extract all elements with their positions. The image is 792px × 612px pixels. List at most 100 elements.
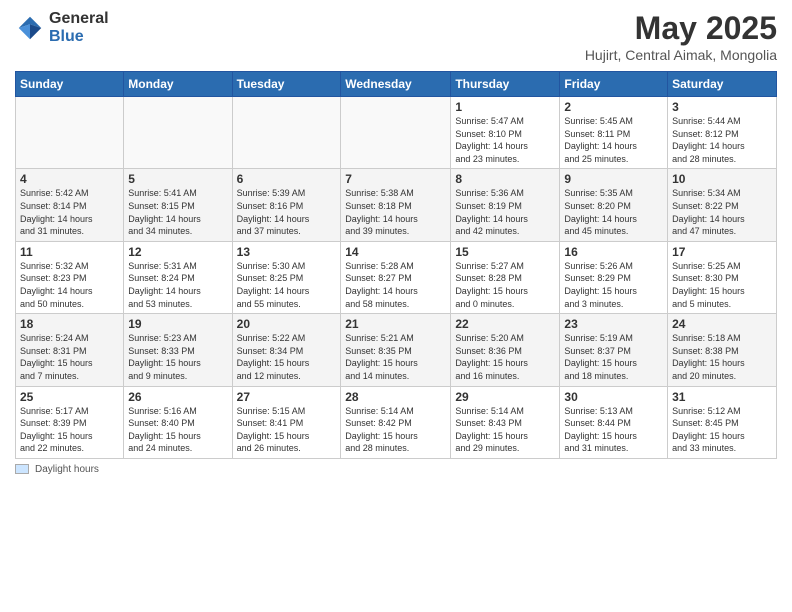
day-info: Sunrise: 5:13 AM Sunset: 8:44 PM Dayligh… (564, 405, 663, 455)
day-info: Sunrise: 5:31 AM Sunset: 8:24 PM Dayligh… (128, 260, 227, 310)
logo: General Blue (15, 10, 109, 45)
week-row-5: 25Sunrise: 5:17 AM Sunset: 8:39 PM Dayli… (16, 386, 777, 458)
logo-text: General Blue (49, 10, 109, 45)
day-number: 17 (672, 245, 772, 259)
day-info: Sunrise: 5:42 AM Sunset: 8:14 PM Dayligh… (20, 187, 119, 237)
day-number: 30 (564, 390, 663, 404)
table-row: 24Sunrise: 5:18 AM Sunset: 8:38 PM Dayli… (668, 314, 777, 386)
day-info: Sunrise: 5:35 AM Sunset: 8:20 PM Dayligh… (564, 187, 663, 237)
table-row: 3Sunrise: 5:44 AM Sunset: 8:12 PM Daylig… (668, 97, 777, 169)
calendar-table: Sunday Monday Tuesday Wednesday Thursday… (15, 71, 777, 459)
day-info: Sunrise: 5:28 AM Sunset: 8:27 PM Dayligh… (345, 260, 446, 310)
week-row-2: 4Sunrise: 5:42 AM Sunset: 8:14 PM Daylig… (16, 169, 777, 241)
table-row: 26Sunrise: 5:16 AM Sunset: 8:40 PM Dayli… (124, 386, 232, 458)
table-row: 31Sunrise: 5:12 AM Sunset: 8:45 PM Dayli… (668, 386, 777, 458)
table-row: 4Sunrise: 5:42 AM Sunset: 8:14 PM Daylig… (16, 169, 124, 241)
day-number: 28 (345, 390, 446, 404)
table-row: 23Sunrise: 5:19 AM Sunset: 8:37 PM Dayli… (560, 314, 668, 386)
day-number: 1 (455, 100, 555, 114)
day-info: Sunrise: 5:47 AM Sunset: 8:10 PM Dayligh… (455, 115, 555, 165)
day-number: 20 (237, 317, 337, 331)
day-info: Sunrise: 5:18 AM Sunset: 8:38 PM Dayligh… (672, 332, 772, 382)
logo-general: General (49, 10, 109, 28)
day-info: Sunrise: 5:22 AM Sunset: 8:34 PM Dayligh… (237, 332, 337, 382)
table-row: 16Sunrise: 5:26 AM Sunset: 8:29 PM Dayli… (560, 241, 668, 313)
day-info: Sunrise: 5:14 AM Sunset: 8:43 PM Dayligh… (455, 405, 555, 455)
day-number: 26 (128, 390, 227, 404)
day-number: 13 (237, 245, 337, 259)
table-row: 2Sunrise: 5:45 AM Sunset: 8:11 PM Daylig… (560, 97, 668, 169)
table-row: 15Sunrise: 5:27 AM Sunset: 8:28 PM Dayli… (451, 241, 560, 313)
col-wednesday: Wednesday (341, 72, 451, 97)
table-row: 25Sunrise: 5:17 AM Sunset: 8:39 PM Dayli… (16, 386, 124, 458)
day-info: Sunrise: 5:45 AM Sunset: 8:11 PM Dayligh… (564, 115, 663, 165)
table-row (341, 97, 451, 169)
table-row: 28Sunrise: 5:14 AM Sunset: 8:42 PM Dayli… (341, 386, 451, 458)
day-info: Sunrise: 5:44 AM Sunset: 8:12 PM Dayligh… (672, 115, 772, 165)
day-number: 23 (564, 317, 663, 331)
day-number: 10 (672, 172, 772, 186)
day-info: Sunrise: 5:38 AM Sunset: 8:18 PM Dayligh… (345, 187, 446, 237)
day-info: Sunrise: 5:39 AM Sunset: 8:16 PM Dayligh… (237, 187, 337, 237)
table-row: 6Sunrise: 5:39 AM Sunset: 8:16 PM Daylig… (232, 169, 341, 241)
day-number: 4 (20, 172, 119, 186)
table-row: 7Sunrise: 5:38 AM Sunset: 8:18 PM Daylig… (341, 169, 451, 241)
day-number: 5 (128, 172, 227, 186)
day-number: 15 (455, 245, 555, 259)
col-saturday: Saturday (668, 72, 777, 97)
day-info: Sunrise: 5:23 AM Sunset: 8:33 PM Dayligh… (128, 332, 227, 382)
table-row: 20Sunrise: 5:22 AM Sunset: 8:34 PM Dayli… (232, 314, 341, 386)
title-block: May 2025 Hujirt, Central Aimak, Mongolia (585, 10, 777, 63)
day-number: 14 (345, 245, 446, 259)
day-info: Sunrise: 5:16 AM Sunset: 8:40 PM Dayligh… (128, 405, 227, 455)
table-row: 8Sunrise: 5:36 AM Sunset: 8:19 PM Daylig… (451, 169, 560, 241)
day-info: Sunrise: 5:14 AM Sunset: 8:42 PM Dayligh… (345, 405, 446, 455)
logo-blue: Blue (49, 28, 109, 46)
week-row-1: 1Sunrise: 5:47 AM Sunset: 8:10 PM Daylig… (16, 97, 777, 169)
table-row: 10Sunrise: 5:34 AM Sunset: 8:22 PM Dayli… (668, 169, 777, 241)
day-number: 27 (237, 390, 337, 404)
day-number: 19 (128, 317, 227, 331)
table-row: 12Sunrise: 5:31 AM Sunset: 8:24 PM Dayli… (124, 241, 232, 313)
table-row: 1Sunrise: 5:47 AM Sunset: 8:10 PM Daylig… (451, 97, 560, 169)
day-number: 6 (237, 172, 337, 186)
col-thursday: Thursday (451, 72, 560, 97)
table-row: 9Sunrise: 5:35 AM Sunset: 8:20 PM Daylig… (560, 169, 668, 241)
day-info: Sunrise: 5:19 AM Sunset: 8:37 PM Dayligh… (564, 332, 663, 382)
page: General Blue May 2025 Hujirt, Central Ai… (0, 0, 792, 612)
day-number: 2 (564, 100, 663, 114)
legend: Daylight hours (15, 464, 777, 475)
col-monday: Monday (124, 72, 232, 97)
day-number: 3 (672, 100, 772, 114)
day-number: 31 (672, 390, 772, 404)
logo-icon (15, 13, 45, 43)
day-info: Sunrise: 5:12 AM Sunset: 8:45 PM Dayligh… (672, 405, 772, 455)
day-number: 24 (672, 317, 772, 331)
day-info: Sunrise: 5:34 AM Sunset: 8:22 PM Dayligh… (672, 187, 772, 237)
day-number: 11 (20, 245, 119, 259)
day-number: 21 (345, 317, 446, 331)
col-tuesday: Tuesday (232, 72, 341, 97)
table-row: 14Sunrise: 5:28 AM Sunset: 8:27 PM Dayli… (341, 241, 451, 313)
calendar-title: May 2025 (585, 10, 777, 47)
day-number: 8 (455, 172, 555, 186)
col-friday: Friday (560, 72, 668, 97)
day-info: Sunrise: 5:30 AM Sunset: 8:25 PM Dayligh… (237, 260, 337, 310)
day-number: 18 (20, 317, 119, 331)
table-row: 27Sunrise: 5:15 AM Sunset: 8:41 PM Dayli… (232, 386, 341, 458)
day-info: Sunrise: 5:27 AM Sunset: 8:28 PM Dayligh… (455, 260, 555, 310)
day-number: 25 (20, 390, 119, 404)
table-row: 5Sunrise: 5:41 AM Sunset: 8:15 PM Daylig… (124, 169, 232, 241)
table-row: 21Sunrise: 5:21 AM Sunset: 8:35 PM Dayli… (341, 314, 451, 386)
table-row: 29Sunrise: 5:14 AM Sunset: 8:43 PM Dayli… (451, 386, 560, 458)
table-row: 13Sunrise: 5:30 AM Sunset: 8:25 PM Dayli… (232, 241, 341, 313)
day-info: Sunrise: 5:20 AM Sunset: 8:36 PM Dayligh… (455, 332, 555, 382)
table-row (232, 97, 341, 169)
table-row: 19Sunrise: 5:23 AM Sunset: 8:33 PM Dayli… (124, 314, 232, 386)
table-row: 18Sunrise: 5:24 AM Sunset: 8:31 PM Dayli… (16, 314, 124, 386)
day-info: Sunrise: 5:36 AM Sunset: 8:19 PM Dayligh… (455, 187, 555, 237)
day-number: 9 (564, 172, 663, 186)
legend-color-box (15, 464, 29, 474)
table-row (16, 97, 124, 169)
day-info: Sunrise: 5:24 AM Sunset: 8:31 PM Dayligh… (20, 332, 119, 382)
